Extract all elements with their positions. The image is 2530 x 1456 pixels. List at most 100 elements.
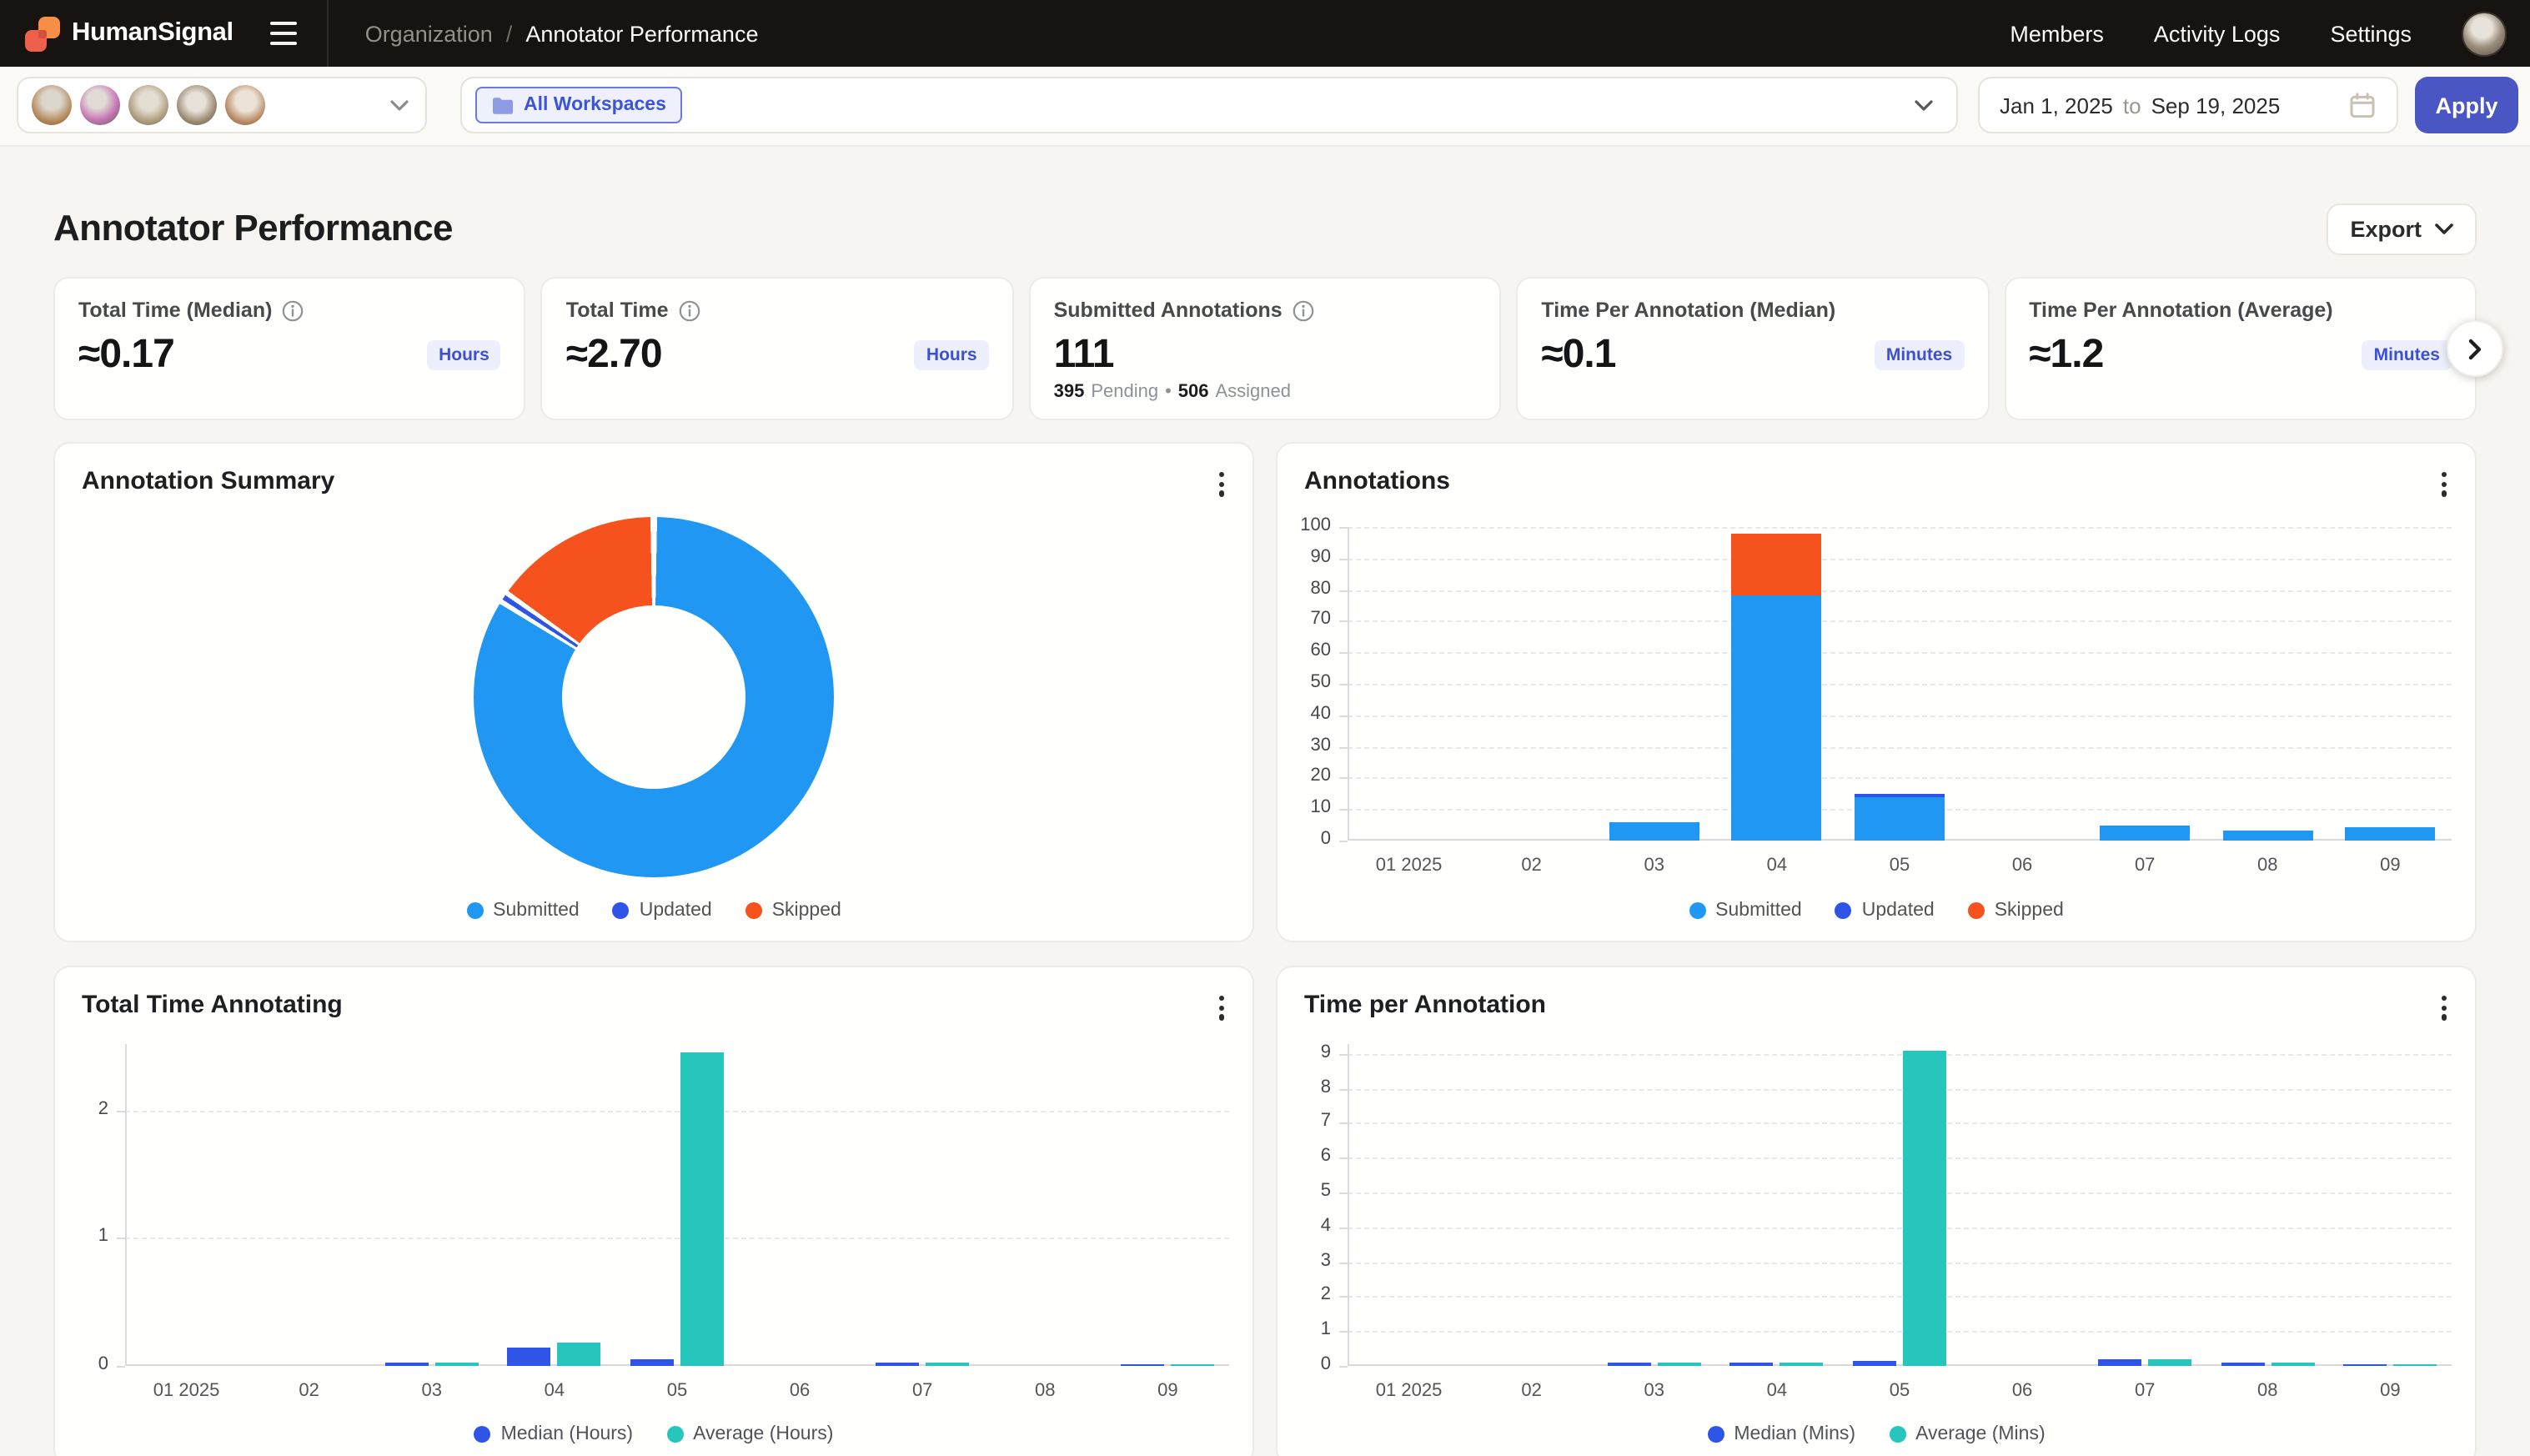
bar bbox=[680, 1052, 724, 1366]
x-tick-label: 04 bbox=[1715, 856, 1838, 876]
main-content: Annotator Performance Export Total Time … bbox=[0, 147, 2530, 1456]
gridline bbox=[1348, 527, 2452, 529]
x-tick-label: 09 bbox=[2329, 1381, 2452, 1401]
y-tick-mark bbox=[1339, 621, 1348, 623]
gridline bbox=[1348, 684, 2452, 685]
legend-dot bbox=[1835, 902, 1852, 919]
x-tick-label: 02 bbox=[248, 1381, 370, 1401]
legend-item[interactable]: Updated bbox=[1835, 901, 1935, 921]
x-tick-label: 06 bbox=[739, 1381, 861, 1401]
y-tick-mark bbox=[1339, 1331, 1348, 1333]
bar bbox=[2393, 1363, 2437, 1366]
legend-item[interactable]: Submitted bbox=[466, 901, 580, 921]
legend-label: Average (Mins) bbox=[1915, 1424, 2046, 1444]
gridline bbox=[1348, 746, 2452, 748]
x-tick-label: 05 bbox=[1838, 856, 1960, 876]
y-tick-mark bbox=[117, 1366, 125, 1368]
hamburger-menu-icon[interactable] bbox=[264, 15, 304, 52]
bar bbox=[2343, 1364, 2387, 1366]
chevron-right-icon bbox=[2468, 338, 2482, 359]
legend-item[interactable]: Submitted bbox=[1689, 901, 1802, 921]
stacked-bar-chart: 010203040506070809010001 202502030405060… bbox=[1278, 444, 2475, 941]
info-icon[interactable] bbox=[282, 299, 304, 321]
legend-item[interactable]: Skipped bbox=[745, 901, 841, 921]
workspace-select[interactable]: All Workspaces bbox=[460, 77, 1958, 133]
breadcrumb: Organization / Annotator Performance bbox=[365, 21, 759, 46]
nav-right: Members Activity Logs Settings bbox=[2010, 11, 2530, 56]
legend-item[interactable]: Average (Mins) bbox=[1889, 1424, 2046, 1444]
chart-legend: Median (Hours) Average (Hours) bbox=[55, 1424, 1252, 1444]
kpi-unit-badge: Minutes bbox=[2362, 340, 2452, 370]
kpi-unit-badge: Hours bbox=[915, 340, 989, 370]
bar bbox=[2098, 1359, 2141, 1366]
legend-item[interactable]: Median (Mins) bbox=[1707, 1424, 1855, 1444]
legend-item[interactable]: Median (Hours) bbox=[474, 1424, 634, 1444]
nav-members[interactable]: Members bbox=[2010, 21, 2104, 46]
kpi-card-time-per-annotation-average: Time Per Annotation (Average) ≈1.2 Minut… bbox=[2004, 277, 2477, 420]
x-tick-label: 06 bbox=[1961, 1381, 2084, 1401]
x-tick-label: 03 bbox=[370, 1381, 493, 1401]
bar bbox=[926, 1363, 969, 1366]
legend-item[interactable]: Skipped bbox=[1968, 901, 2064, 921]
kpi-title: Submitted Annotations bbox=[1054, 299, 1283, 322]
donut-hole bbox=[562, 605, 745, 789]
nav-activity-logs[interactable]: Activity Logs bbox=[2154, 21, 2281, 46]
top-navbar: HumanSignal Organization / Annotator Per… bbox=[0, 0, 2530, 67]
legend-item[interactable]: Average (Hours) bbox=[666, 1424, 833, 1444]
filter-bar: All Workspaces Jan 1, 2025 to Sep 19, 20… bbox=[0, 67, 2530, 147]
y-tick-mark bbox=[1339, 778, 1348, 780]
carousel-next-button[interactable] bbox=[2447, 320, 2503, 377]
kpi-value: ≈0.17 bbox=[78, 332, 174, 379]
kpi-card-total-time: Total Time ≈2.70 Hours bbox=[541, 277, 1014, 420]
kpi-card-submitted-annotations: Submitted Annotations 111 395 Pending • … bbox=[1029, 277, 1502, 420]
gridline bbox=[1348, 1054, 2452, 1056]
y-tick-mark bbox=[1339, 1297, 1348, 1298]
export-label: Export bbox=[2350, 216, 2422, 241]
y-tick-label: 60 bbox=[1278, 640, 1331, 660]
brand-logo[interactable]: HumanSignal bbox=[0, 16, 233, 51]
legend-dot bbox=[745, 902, 762, 919]
x-tick-label: 05 bbox=[615, 1381, 738, 1401]
export-button[interactable]: Export bbox=[2327, 203, 2477, 254]
page-header: Annotator Performance Export bbox=[53, 147, 2477, 255]
gridline bbox=[1348, 621, 2452, 623]
annotator-avatar bbox=[177, 85, 217, 125]
x-tick-label: 04 bbox=[1715, 1381, 1838, 1401]
legend-dot bbox=[666, 1426, 683, 1443]
annotator-select[interactable] bbox=[17, 77, 427, 133]
kpi-value: 111 bbox=[1054, 332, 1114, 379]
apply-button[interactable]: Apply bbox=[2415, 77, 2518, 133]
y-tick-label: 6 bbox=[1278, 1146, 1331, 1166]
bar-segment bbox=[1855, 796, 1945, 841]
bar-segment bbox=[1732, 596, 1822, 841]
info-icon[interactable] bbox=[679, 299, 700, 321]
legend-dot bbox=[613, 902, 630, 919]
bar bbox=[1171, 1364, 1214, 1366]
gridline bbox=[1348, 1228, 2452, 1229]
breadcrumb-organization[interactable]: Organization bbox=[365, 21, 493, 46]
user-avatar[interactable] bbox=[2462, 11, 2507, 56]
panel-annotations: Annotations 010203040506070809010001 202… bbox=[1276, 442, 2477, 942]
bar bbox=[1780, 1363, 1824, 1366]
date-range-picker[interactable]: Jan 1, 2025 to Sep 19, 2025 bbox=[1978, 77, 2398, 133]
plot-area bbox=[1348, 1044, 2452, 1366]
annotator-avatar bbox=[225, 85, 265, 125]
legend-item[interactable]: Updated bbox=[613, 901, 712, 921]
calendar-icon bbox=[2348, 91, 2377, 119]
kpi-value: ≈0.1 bbox=[1541, 332, 1615, 379]
y-tick-mark bbox=[1339, 1157, 1348, 1159]
plot-area bbox=[1348, 527, 2452, 841]
nav-settings[interactable]: Settings bbox=[2330, 21, 2412, 46]
app: HumanSignal Organization / Annotator Per… bbox=[0, 0, 2530, 1456]
annotator-avatar bbox=[128, 85, 168, 125]
legend-dot bbox=[1968, 902, 1985, 919]
y-axis-line bbox=[125, 1044, 127, 1366]
y-tick-mark bbox=[1339, 684, 1348, 685]
chart-legend: Median (Mins) Average (Mins) bbox=[1278, 1424, 2475, 1444]
y-tick-label: 7 bbox=[1278, 1112, 1331, 1132]
y-tick-label: 2 bbox=[55, 1099, 108, 1119]
x-tick-label: 08 bbox=[2206, 856, 2329, 876]
info-icon[interactable] bbox=[1293, 299, 1314, 321]
y-tick-mark bbox=[1339, 559, 1348, 560]
workspace-chip: All Workspaces bbox=[475, 87, 683, 123]
